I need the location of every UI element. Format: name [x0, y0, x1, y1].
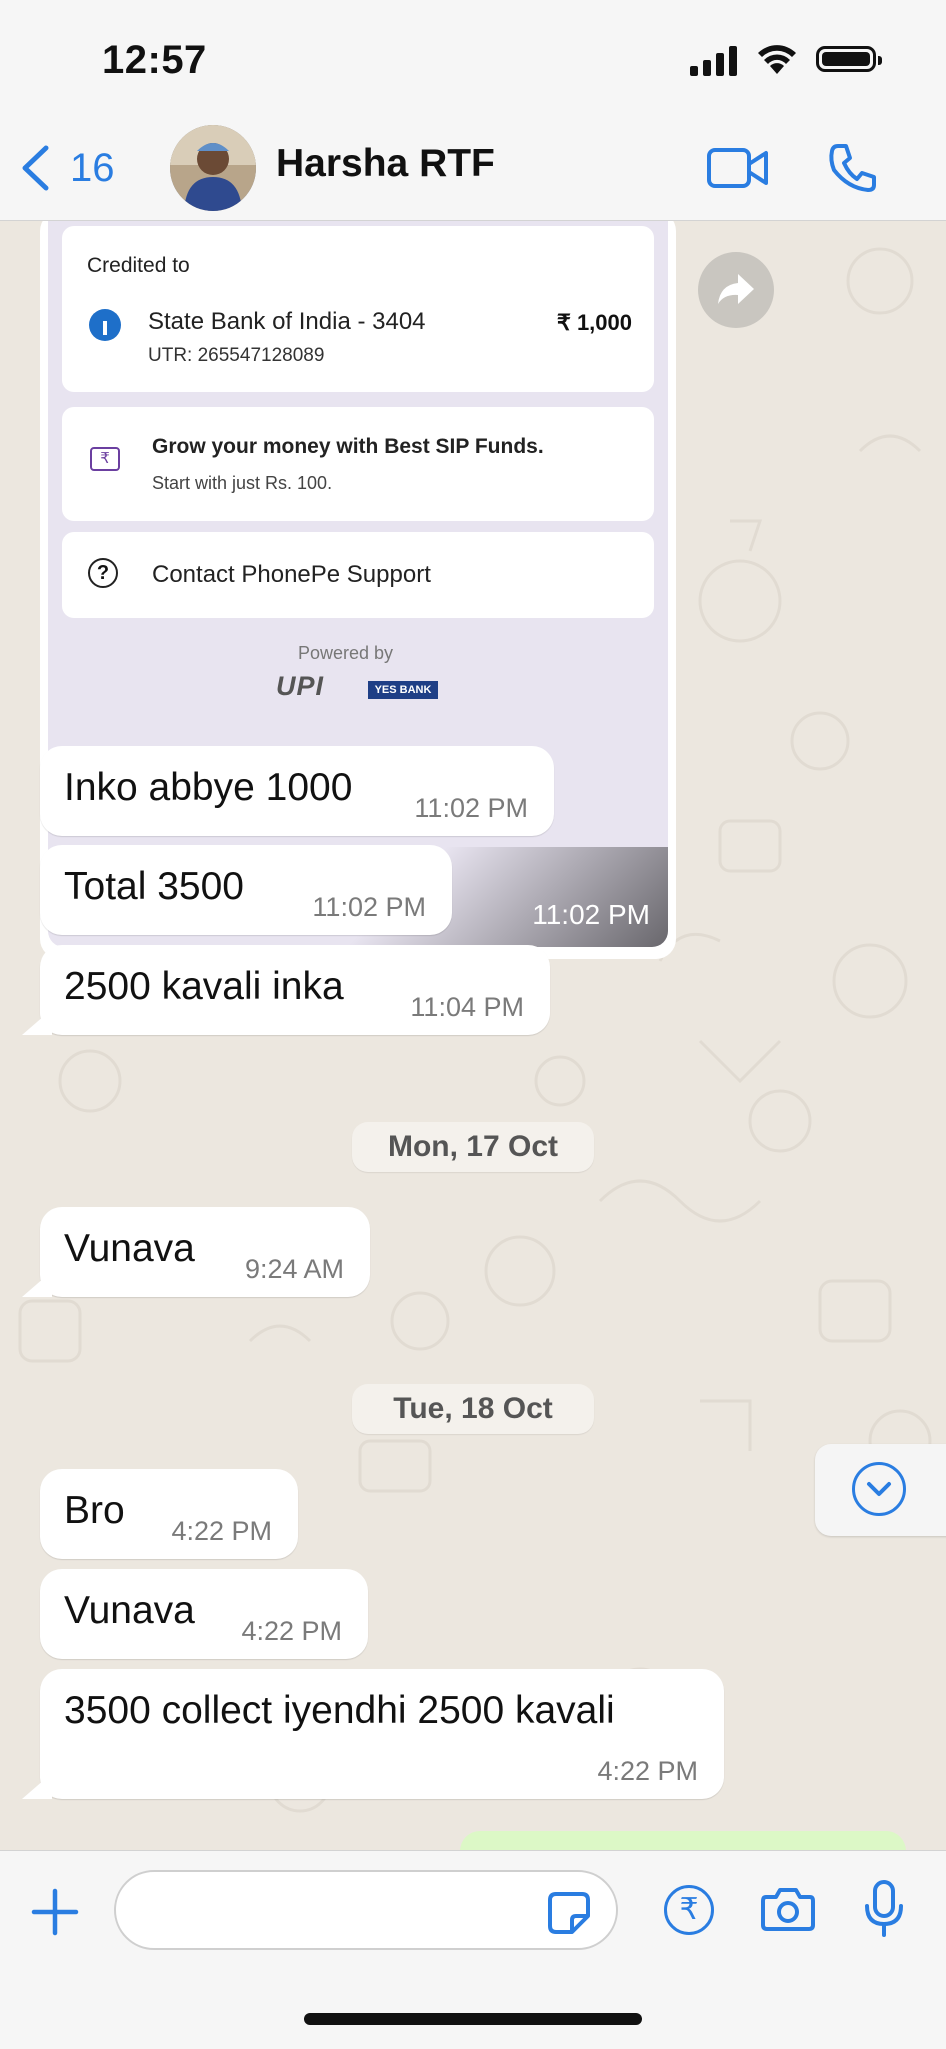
message-bubble[interactable]: 2500 kavali inka 11:04 PM	[40, 945, 550, 1035]
upi-logo: UPI	[276, 671, 325, 701]
credited-card: Credited to State Bank of India - 3404 U…	[62, 226, 654, 392]
date-divider: Tue, 18 Oct	[352, 1384, 594, 1434]
message-text: Bro	[64, 1489, 125, 1532]
avatar[interactable]	[170, 125, 256, 211]
home-indicator	[304, 2013, 642, 2025]
message-bubble[interactable]: Vunava 9:24 AM	[40, 1207, 370, 1297]
video-call-icon[interactable]	[706, 144, 770, 192]
date-divider: Mon, 17 Oct	[352, 1122, 594, 1172]
bank-name: State Bank of India - 3404	[148, 308, 426, 335]
message-input[interactable]	[114, 1870, 618, 1950]
status-time: 12:57	[102, 38, 207, 82]
phone-call-icon[interactable]	[826, 142, 878, 194]
forward-icon	[718, 274, 754, 304]
message-time: 11:02 PM	[414, 793, 528, 823]
help-icon: ?	[88, 558, 118, 588]
powered-by-label: Powered by	[298, 643, 394, 663]
avatar-photo	[170, 125, 256, 211]
chat-header: 16 Harsha RTF	[0, 120, 946, 221]
support-card: ? Contact PhonePe Support	[62, 532, 654, 618]
message-text: 3500 collect iyendhi 2500 kavali	[64, 1689, 615, 1732]
sip-card: ₹ Grow your money with Best SIP Funds. S…	[62, 407, 654, 521]
sbi-logo-icon	[89, 309, 121, 341]
input-bar: ₹	[0, 1850, 946, 2049]
contact-name[interactable]: Harsha RTF	[276, 142, 495, 186]
sip-title: Grow your money with Best SIP Funds.	[152, 435, 544, 458]
chevron-left-icon	[22, 145, 49, 191]
yes-bank-logo: YES BANK	[368, 681, 438, 699]
message-time: 9:24 AM	[244, 1254, 344, 1284]
battery-icon	[816, 46, 882, 72]
message-time: 4:22 PM	[171, 1516, 272, 1546]
cellular-signal-icon	[690, 46, 737, 76]
message-text: Vunava	[64, 1227, 195, 1270]
message-text: 2500 kavali inka	[64, 965, 344, 1008]
microphone-icon[interactable]	[862, 1879, 906, 1939]
message-time: 11:02 PM	[532, 899, 650, 930]
credited-label: Credited to	[87, 254, 190, 277]
message-bubble[interactable]: Total 3500 11:02 PM	[40, 845, 452, 935]
status-bar: 12:57	[0, 0, 946, 120]
payment-rupee-icon[interactable]: ₹	[664, 1885, 714, 1935]
camera-icon[interactable]	[760, 1885, 816, 1933]
scroll-to-bottom-button[interactable]	[815, 1444, 946, 1536]
sip-subtitle: Start with just Rs. 100.	[152, 473, 333, 493]
message-bubble[interactable]: 3500 collect iyendhi 2500 kavali 4:22 PM	[40, 1669, 724, 1799]
message-bubble[interactable]: Inko abbye 1000 11:02 PM	[40, 746, 554, 836]
message-time: 4:22 PM	[241, 1616, 342, 1646]
plus-icon[interactable]	[30, 1887, 80, 1937]
message-time: 11:02 PM	[312, 892, 426, 922]
unread-count: 16	[70, 145, 115, 190]
message-time: 4:22 PM	[597, 1756, 698, 1786]
support-label: Contact PhonePe Support	[152, 561, 431, 588]
back-button[interactable]: 16	[20, 140, 115, 196]
wifi-icon	[758, 45, 796, 74]
message-bubble[interactable]: Vunava 4:22 PM	[40, 1569, 368, 1659]
sticker-icon[interactable]	[546, 1890, 592, 1936]
message-text: Vunava	[64, 1589, 195, 1632]
message-text: Total 3500	[64, 865, 244, 908]
payment-receipt-image[interactable]: Credited to State Bank of India - 3404 U…	[48, 221, 668, 947]
chat-area[interactable]: Credited to State Bank of India - 3404 U…	[0, 221, 946, 1850]
message-text: Inko abbye 1000	[64, 766, 353, 809]
message-time: 11:04 PM	[410, 992, 524, 1022]
scroll-down-icon	[852, 1462, 906, 1516]
forward-button[interactable]	[698, 252, 774, 328]
outgoing-message-peek[interactable]	[460, 1831, 906, 1850]
credited-amount: ₹ 1,000	[556, 310, 632, 335]
sip-rupee-icon: ₹	[90, 447, 120, 471]
utr-number: UTR: 265547128089	[148, 345, 325, 366]
message-bubble[interactable]: Bro 4:22 PM	[40, 1469, 298, 1559]
